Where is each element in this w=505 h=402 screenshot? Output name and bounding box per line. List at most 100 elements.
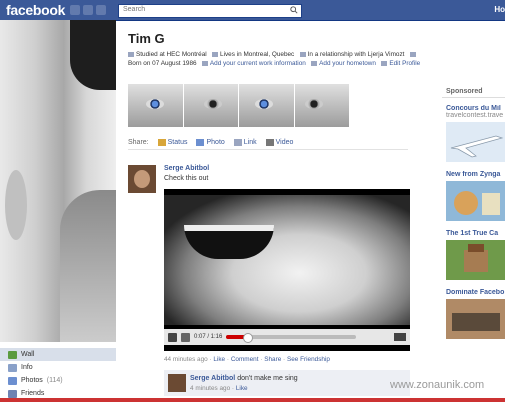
pause-button[interactable]: [168, 332, 177, 342]
ad-title[interactable]: Dominate Facebo: [446, 289, 505, 296]
army-game-image[interactable]: [446, 299, 505, 339]
photo-icon: [196, 138, 205, 146]
post-time: 44 minutes ago: [164, 356, 208, 363]
post-author-avatar[interactable]: [128, 165, 156, 193]
share-photo-button[interactable]: Photo: [196, 138, 225, 146]
comment-meta: 4 minutes ago · Like: [190, 385, 248, 392]
add-work-link[interactable]: Add your current work information: [210, 60, 306, 67]
ad-item[interactable]: New from Zynga: [442, 171, 505, 223]
castle-game-image[interactable]: [446, 240, 505, 280]
strip-photo[interactable]: [294, 84, 350, 127]
share-option-label: Video: [275, 138, 294, 146]
sidebar-item-label: Wall: [21, 351, 35, 358]
relationship-text: In a relationship with Ljerja Vimozt: [307, 51, 405, 58]
add-hometown-link[interactable]: Add your hometown: [319, 60, 376, 67]
home-icon: [212, 51, 219, 57]
video-player[interactable]: 0:07 / 1:16: [164, 189, 410, 351]
sponsored-header: Sponsored: [442, 86, 505, 98]
right-sidebar: Sponsored Concours du Mil travelcontest.…: [442, 86, 505, 341]
birthday-text: Born on 07 August 1986: [128, 60, 197, 67]
photos-count: (114): [46, 377, 63, 384]
top-bar: facebook Search Ho: [0, 0, 505, 21]
edit-profile-link[interactable]: Edit Profile: [389, 60, 420, 67]
sidebar-item-wall[interactable]: Wall: [0, 348, 116, 361]
like-link[interactable]: Like: [213, 356, 225, 363]
video-scrubber-handle[interactable]: [243, 333, 254, 343]
airplane-image[interactable]: [446, 122, 505, 162]
share-video-button[interactable]: Video: [265, 138, 294, 146]
search-input[interactable]: Search: [118, 4, 302, 18]
comment-link[interactable]: Comment: [231, 356, 259, 363]
photos-icon: [8, 376, 17, 385]
comment-text-line: Serge Abitbol don't make me sing: [190, 375, 298, 382]
share-option-label: Status: [167, 138, 188, 146]
facebook-logo[interactable]: facebook: [6, 2, 65, 18]
eye-shape: [203, 99, 222, 109]
status-icon: [157, 138, 166, 146]
video-frame[interactable]: [164, 195, 410, 325]
photo-strip: [128, 84, 350, 127]
ad-title[interactable]: Concours du Mil: [446, 105, 505, 112]
profile-picture[interactable]: [0, 20, 116, 342]
ad-item[interactable]: Dominate Facebo: [442, 289, 505, 341]
video-icon: [265, 138, 274, 146]
sidebar-item-label: Info: [21, 364, 33, 371]
bottom-line: [0, 398, 505, 402]
mouth-shape: [184, 225, 274, 259]
location-text: Lives in Montreal, Quebec: [220, 51, 295, 58]
share-link[interactable]: Share: [264, 356, 281, 363]
strip-photo[interactable]: [128, 84, 184, 127]
friend-requests-icon[interactable]: [70, 5, 80, 15]
education-text: Studied at HEC Montréal: [136, 51, 207, 58]
ad-title[interactable]: New from Zynga: [446, 171, 505, 178]
wall-icon: [8, 350, 17, 359]
zynga-game-image[interactable]: [446, 181, 505, 221]
notification-jewels: [70, 5, 106, 15]
comment-time: 4 minutes ago: [190, 385, 231, 392]
work-icon: [201, 60, 208, 66]
volume-icon[interactable]: [181, 332, 190, 342]
ad-title[interactable]: The 1st True Ca: [446, 230, 505, 237]
eye-shape: [255, 99, 273, 109]
comment-like-link[interactable]: Like: [236, 385, 248, 392]
notifications-icon[interactable]: [96, 5, 106, 15]
post-author-name[interactable]: Serge Abitbol: [164, 165, 209, 172]
pencil-icon: [381, 60, 388, 66]
sidebar-item-label: Friends: [21, 390, 45, 397]
video-progress-bar[interactable]: [226, 333, 357, 343]
sidebar-item-info[interactable]: Info: [0, 361, 116, 374]
profile-name: Tim G: [128, 31, 165, 46]
hometown-icon: [311, 60, 318, 66]
ad-url: travelcontest.trave: [446, 112, 504, 119]
comment-item: Serge Abitbol don't make me sing 4 minut…: [164, 370, 410, 396]
education-icon: [128, 51, 134, 57]
sidebar-item-photos[interactable]: Photos (114): [0, 374, 116, 387]
share-link-button[interactable]: Link: [233, 138, 257, 146]
ear-shape: [5, 170, 27, 240]
comment-author[interactable]: Serge Abitbol: [190, 375, 235, 382]
fullscreen-button[interactable]: [394, 333, 406, 341]
ad-item[interactable]: The 1st True Ca: [442, 230, 505, 282]
home-link[interactable]: Ho: [494, 5, 505, 14]
eye-shape: [146, 99, 164, 109]
profile-info: Studied at HEC Montréal Lives in Montrea…: [128, 50, 428, 68]
ad-item[interactable]: Concours du Mil travelcontest.trave: [442, 105, 505, 164]
strip-photo[interactable]: [183, 84, 239, 127]
video-time: 0:07 / 1:16: [194, 334, 223, 340]
search-icon[interactable]: [290, 6, 298, 14]
info-icon: [8, 363, 17, 372]
see-friendship-link[interactable]: See Friendship: [287, 356, 330, 363]
strip-photo[interactable]: [239, 84, 295, 127]
sidebar-item-label: Photos: [21, 377, 43, 384]
share-bar: Share: Status Photo Link Video: [128, 135, 408, 150]
profile-nav: Wall Info Photos (114) Friends: [0, 348, 116, 400]
eye-shape: [304, 99, 323, 109]
share-status-button[interactable]: Status: [157, 138, 188, 146]
friends-icon: [8, 389, 17, 398]
post-message: Check this out: [164, 175, 209, 182]
hair-shape: [70, 20, 116, 90]
heart-icon: [299, 51, 306, 57]
share-option-label: Link: [243, 138, 257, 146]
comment-avatar[interactable]: [168, 374, 186, 392]
messages-icon[interactable]: [83, 5, 93, 15]
